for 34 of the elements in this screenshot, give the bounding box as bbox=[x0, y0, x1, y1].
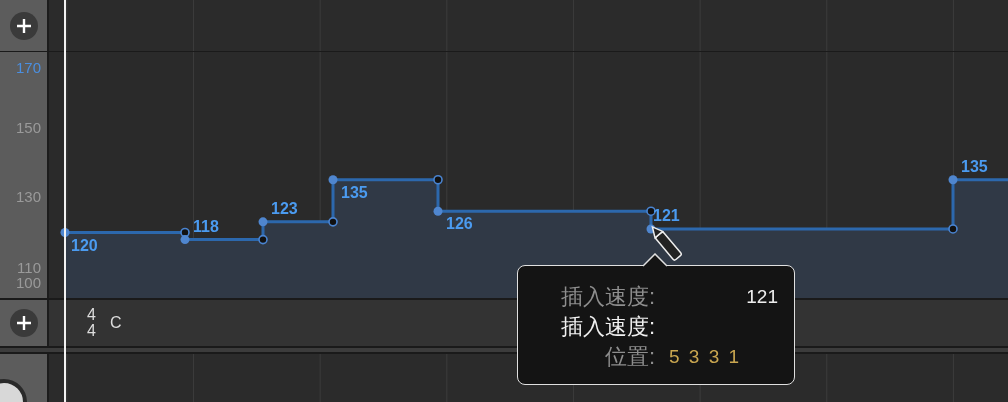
tempo-node[interactable] bbox=[258, 217, 268, 227]
tempo-node[interactable] bbox=[948, 175, 958, 185]
tempo-node[interactable] bbox=[180, 235, 190, 245]
tooltip-value: 121 bbox=[745, 286, 778, 308]
tempo-value: 135 bbox=[961, 157, 988, 175]
tempo-node[interactable] bbox=[948, 224, 958, 234]
tooltip-label: 插入速度: bbox=[559, 316, 655, 338]
tempo-node[interactable] bbox=[646, 206, 656, 216]
tempo-node[interactable] bbox=[328, 217, 338, 227]
key-signature: C bbox=[109, 314, 122, 332]
tempo-value: 121 bbox=[653, 207, 680, 225]
tooltip-value: 5 3 3 1 bbox=[669, 346, 743, 368]
pencil-icon bbox=[651, 225, 683, 262]
tempo-value: 135 bbox=[341, 183, 368, 201]
tempo-scale-label: 150 bbox=[15, 119, 41, 137]
tempo-node[interactable] bbox=[433, 206, 443, 216]
add-icon[interactable] bbox=[9, 309, 38, 337]
tempo-scale-label: 130 bbox=[15, 188, 41, 206]
tooltip-label: 位置: bbox=[603, 346, 655, 368]
tempo-node[interactable] bbox=[180, 227, 190, 238]
tempo-scale-label: 110 bbox=[17, 259, 41, 277]
tempo-node[interactable] bbox=[433, 174, 443, 185]
tempo-value: 118 bbox=[193, 217, 219, 235]
add-icon[interactable] bbox=[9, 11, 38, 40]
time-signature-denominator: 4 bbox=[87, 323, 96, 339]
tempo-scale-label: 100 bbox=[15, 274, 41, 292]
tempo-node[interactable] bbox=[328, 175, 338, 185]
tempo-scale-label: 170 bbox=[15, 59, 41, 77]
tempo-value: 126 bbox=[446, 215, 473, 233]
tempo-value: 120 bbox=[71, 236, 98, 254]
tempo-node[interactable] bbox=[258, 234, 268, 245]
tooltip-label: 插入速度: bbox=[559, 286, 655, 308]
tempo-value: 123 bbox=[271, 200, 298, 218]
time-signature-numerator: 4 bbox=[87, 307, 96, 323]
